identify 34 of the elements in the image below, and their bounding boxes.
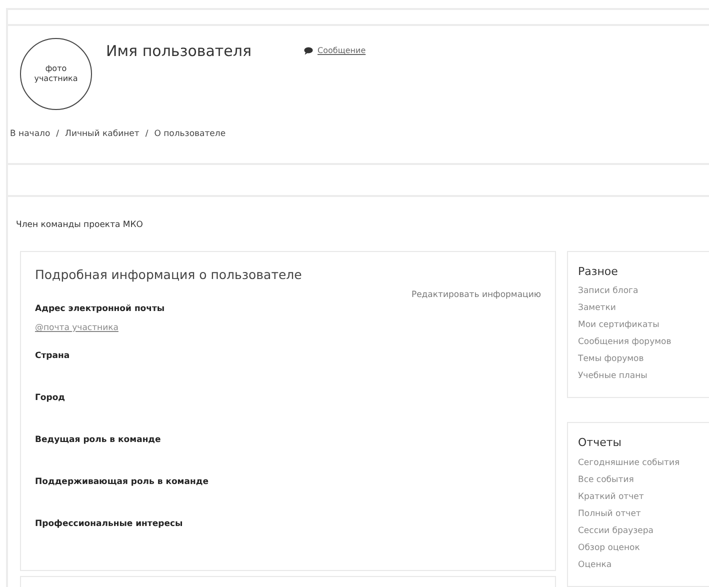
breadcrumb-link[interactable]: О пользователе (154, 128, 226, 141)
sidebar-link[interactable]: Оценка (578, 556, 709, 574)
block-title: Отчеты (578, 435, 622, 452)
email-link[interactable]: @почта участника (35, 322, 118, 335)
sidebar-link[interactable]: Обзор оценок (578, 540, 709, 557)
block-title: Разное (578, 264, 619, 280)
field-label: Адрес электронной почты (35, 303, 166, 316)
speech-bubble-icon (304, 47, 313, 55)
sidebar-link[interactable]: Полный отчет (578, 506, 709, 523)
sidebar-link[interactable]: Сообщения форумов (578, 334, 709, 352)
breadcrumb-separator: / (56, 128, 60, 141)
field-label: Профессиональные интересы (35, 518, 184, 531)
breadcrumb-link[interactable]: В начало (10, 128, 50, 141)
sidebar-link[interactable]: Учебные планы (578, 368, 709, 386)
field-label: Город (35, 392, 66, 405)
sidebar-link[interactable]: Заметки (578, 300, 709, 318)
field-label: Ведущая роль в команде (35, 434, 162, 447)
sidebar-link[interactable]: Мои сертификаты (578, 317, 709, 334)
photo-caption: фото участника (33, 64, 79, 84)
role-description: Член команды проекта МКО (16, 219, 144, 232)
sidebar-link[interactable]: Сегодняшние события (578, 454, 709, 472)
breadcrumb-separator: / (145, 128, 148, 141)
edit-link[interactable]: Редактировать информацию (411, 290, 541, 300)
panel-title: Подробная информация о пользователе (35, 266, 303, 284)
field-label: Страна (35, 350, 71, 363)
sidebar-link[interactable]: Сессии браузера (578, 522, 709, 540)
breadcrumb-link[interactable]: Личный кабинет (65, 128, 140, 141)
sidebar-link[interactable]: Все события (578, 472, 709, 489)
sidebar-link[interactable]: Темы форумов (578, 351, 709, 368)
field-label: Поддерживающая роль в команде (35, 476, 210, 489)
message-link[interactable]: Сообщение (304, 45, 366, 57)
sidebar-link[interactable]: Записи блога (578, 283, 709, 300)
sidebar-link[interactable]: Краткий отчет (578, 488, 709, 506)
user-name: Имя пользователя (106, 41, 252, 62)
